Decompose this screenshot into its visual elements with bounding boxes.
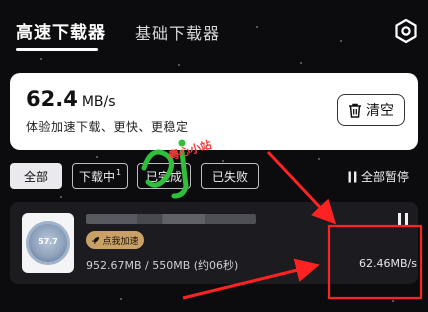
trash-icon — [349, 103, 361, 118]
downloading-count-badge: 1 — [115, 167, 122, 177]
download-progress-text: 952.67MB / 550MB (约06秒) — [86, 259, 239, 272]
download-item-speed: 62.46MB/s — [359, 257, 417, 270]
download-item[interactable]: 57.7 点我加速 952.67MB / 550MB (约06秒) 62.46M… — [10, 202, 418, 284]
speed-up-button[interactable]: 点我加速 — [86, 231, 144, 249]
pause-icon — [398, 213, 408, 227]
item-pause-button[interactable] — [396, 212, 410, 228]
speed-unit: MB/s — [81, 94, 116, 110]
download-filename-blurred — [86, 214, 256, 224]
speed-up-label: 点我加速 — [102, 236, 139, 247]
filter-all-label: 全部 — [23, 169, 48, 184]
speed-value: 62.4 — [26, 87, 78, 111]
hexagon-settings-icon — [395, 18, 417, 44]
tab-basic-downloader[interactable]: 基础下载器 — [135, 20, 220, 44]
pause-all-label: 全部暂停 — [361, 170, 410, 184]
total-speed: 62.4 MB/s — [26, 87, 116, 111]
rocket-icon — [92, 236, 100, 244]
clear-button[interactable]: 清空 — [337, 94, 405, 126]
filter-downloading-label: 下载中 — [78, 169, 115, 184]
pause-all-button[interactable]: 全部暂停 — [348, 168, 409, 185]
top-tab-bar: 高速下载器 基础下载器 — [0, 0, 428, 62]
tab-high-speed-downloader[interactable]: 高速下载器 — [16, 18, 106, 43]
filter-downloading[interactable]: 下载中 1 — [72, 163, 128, 189]
download-thumbnail: 57.7 — [22, 213, 74, 273]
active-tab-underline — [16, 48, 98, 51]
clear-button-label: 清空 — [366, 103, 394, 119]
speed-subtitle: 体验加速下载、更快、更稳定 — [26, 120, 189, 134]
settings-button[interactable] — [393, 18, 419, 44]
thumbnail-percent: 57.7 — [38, 237, 58, 246]
pause-icon — [348, 171, 357, 182]
filter-all[interactable]: 全部 — [10, 163, 62, 189]
